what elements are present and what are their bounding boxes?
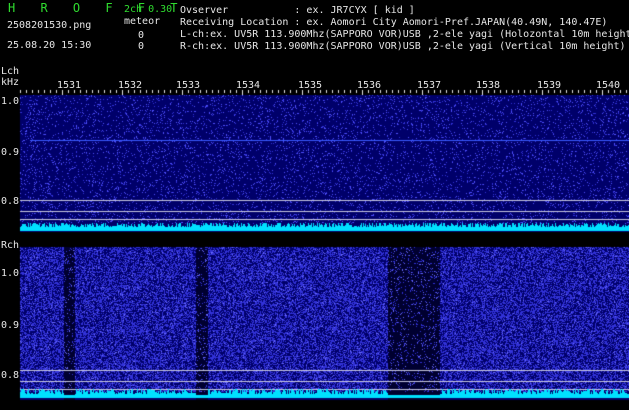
freq-tick-label: 0.9 xyxy=(1,147,20,158)
time-tick-label: 1533 xyxy=(176,80,201,91)
freq-tick-label: 0.8 xyxy=(1,196,20,207)
rch-label: Rch xyxy=(1,240,20,251)
khz-label: kHz xyxy=(1,77,20,88)
time-tick-label: 1538 xyxy=(476,80,501,91)
time-tick-label: 1534 xyxy=(236,80,261,91)
meteor-count-r: 0 xyxy=(138,41,145,52)
lch-line: L-ch:ex. UV5R 113.900Mhz(SAPPORO VOR)USB… xyxy=(180,29,629,40)
time-tick-label: 1536 xyxy=(357,80,382,91)
freq-tick-label: 0.9 xyxy=(1,320,20,331)
time-tick-label: 1537 xyxy=(417,80,442,91)
rch-line: R-ch:ex. UV5R 113.900Mhz(SAPPORO VOR)USB… xyxy=(180,41,626,52)
time-tick-label: 1531 xyxy=(57,80,82,91)
freq-tick-label: 1.0 xyxy=(1,96,20,107)
time-tick-label: 1539 xyxy=(537,80,562,91)
observer-line: Ovserver : ex. JR7CYX [ kid ] xyxy=(180,5,415,16)
date-time: 25.08.20 15:30 xyxy=(7,40,92,51)
freq-tick-label: 1.0 xyxy=(1,268,20,279)
file-name: 2508201530.png xyxy=(7,20,92,31)
time-tick-label: 1532 xyxy=(118,80,143,91)
meteor-label: meteor xyxy=(124,16,161,27)
time-tick-label: 1540 xyxy=(596,80,621,91)
time-tick-label: 1535 xyxy=(298,80,323,91)
app-version: 2ch 0.30 xyxy=(124,4,173,15)
freq-tick-label: 0.8 xyxy=(1,370,20,381)
location-line: Receiving Location : ex. Aomori City Aom… xyxy=(180,17,608,28)
spectrogram-canvas xyxy=(0,0,629,410)
